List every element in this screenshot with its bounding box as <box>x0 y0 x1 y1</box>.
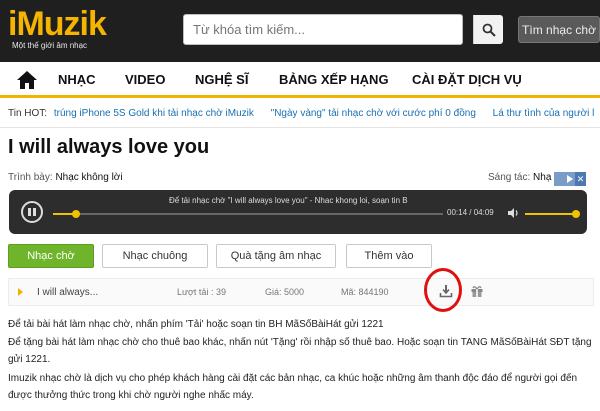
ringtone-name: I will always... <box>37 287 99 298</box>
find-ringtone-button[interactable]: Tìm nhạc chờ <box>518 16 600 43</box>
volume-slider[interactable] <box>525 210 580 218</box>
song-code: Mã: 844190 <box>341 287 389 297</box>
nav-item-charts[interactable]: BẢNG XẾP HẠNG <box>279 72 389 87</box>
logo-tagline: Một thế giới âm nhạc <box>12 41 88 50</box>
tab-ringtone[interactable]: Nhạc chuông <box>102 244 208 268</box>
price: Giá: 5000 <box>265 287 305 297</box>
nav-item-artists[interactable]: NGHỆ SĨ <box>195 72 248 87</box>
composer-name[interactable]: Nhạ <box>533 172 551 183</box>
instruction-gift: Để tặng bài hát làm nhạc chờ cho thuê ba… <box>8 337 592 365</box>
progress-handle[interactable] <box>72 210 81 218</box>
audio-player: Để tải nhạc chờ "I will always love you"… <box>9 190 587 234</box>
hot-news-link[interactable]: "Ngày vàng" tải nhạc chờ với cước phí 0 … <box>271 108 476 119</box>
gift-icon[interactable] <box>470 284 484 298</box>
composer-info: Sáng tác: Nhạ <box>488 172 551 183</box>
search-icon <box>482 23 496 37</box>
time-display: 00:14 / 04:09 <box>447 208 494 217</box>
search-box <box>183 14 503 45</box>
home-icon[interactable] <box>16 70 38 90</box>
top-header: iMuzik Một thế giới âm nhạc Tìm nhạc chờ <box>0 0 600 62</box>
nav-item-music[interactable]: NHẠC <box>58 72 96 87</box>
imuzik-logo[interactable]: iMuzik Một thế giới âm nhạc <box>8 6 118 56</box>
tab-ringback-tone[interactable]: Nhạc chờ <box>8 244 94 268</box>
ad-play-icon <box>567 175 573 183</box>
divider <box>0 127 600 128</box>
hot-news-label: Tin HOT: <box>8 108 48 119</box>
download-count: Lượt tải : 39 <box>177 287 226 297</box>
service-description: Imuzik nhạc chờ là dịch vụ cho phép khác… <box>8 373 578 401</box>
download-highlight-circle <box>424 268 462 312</box>
nav-item-service-settings[interactable]: CÀI ĐẶT DỊCH VỤ <box>412 72 522 87</box>
ringtone-row: I will always... Lượt tải : 39 Giá: 5000… <box>8 278 594 306</box>
total-time: 04:09 <box>473 208 494 217</box>
nav-item-video[interactable]: VIDEO <box>125 72 165 87</box>
search-button[interactable] <box>473 15 503 44</box>
song-title: I will always love you <box>8 136 210 158</box>
current-time: 00:14 <box>447 208 468 217</box>
hot-news-link[interactable]: Lá thư tình của người l <box>493 108 595 119</box>
tab-music-gift[interactable]: Quà tặng âm nhạc <box>216 244 336 268</box>
main-nav: NHẠC VIDEO NGHỆ SĨ BẢNG XẾP HẠNG CÀI ĐẶT… <box>0 62 600 98</box>
instruction-download: Để tải bài hát làm nhạc chờ, nhấn phím '… <box>8 319 384 330</box>
composer-label: Sáng tác: <box>488 172 531 183</box>
logo-text: iMuzik <box>8 5 107 43</box>
tab-add-to[interactable]: Thêm vào <box>346 244 432 268</box>
volume-handle[interactable] <box>572 210 580 218</box>
player-download-note: Để tải nhạc chờ "I will always love you"… <box>169 196 408 205</box>
volume-icon[interactable] <box>507 207 521 219</box>
ad-close-icon[interactable]: ✕ <box>575 172 586 186</box>
progress-bar[interactable] <box>53 210 443 218</box>
play-preview-icon[interactable] <box>18 288 23 296</box>
performer-label: Trình bày: <box>8 172 53 183</box>
performer-name[interactable]: Nhạc không lời <box>55 172 122 183</box>
search-input[interactable] <box>184 15 472 44</box>
hot-news-ticker: Tin HOT: trúng iPhone 5S Gold khi tải nh… <box>8 108 596 119</box>
pause-button[interactable] <box>21 201 43 223</box>
hot-news-link[interactable]: trúng iPhone 5S Gold khi tải nhạc chờ iM… <box>54 108 254 119</box>
performer-info: Trình bày: Nhạc không lời <box>8 172 123 183</box>
